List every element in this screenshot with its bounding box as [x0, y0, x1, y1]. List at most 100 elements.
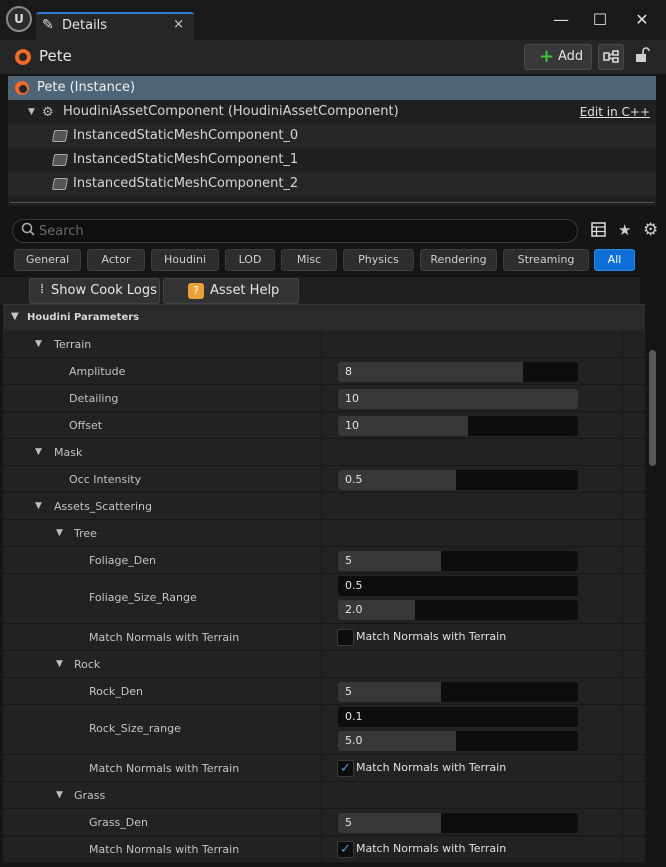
- column-divider: [622, 782, 623, 808]
- column-divider: [622, 705, 623, 754]
- show-cook-logs-button[interactable]: ⁞ Show Cook Logs: [29, 278, 160, 304]
- group-row-tree[interactable]: ▼ Tree: [3, 520, 645, 547]
- foliage-den-slider[interactable]: 5: [338, 551, 578, 571]
- collapse-caret-icon: ▼: [35, 339, 42, 349]
- column-divider: [321, 331, 322, 357]
- category-misc[interactable]: Misc: [281, 249, 337, 271]
- param-row-tree-match-normals: Match Normals with Terrain Match Normals…: [3, 624, 645, 651]
- title-bar: U ✎ Details × — ☐ ✕: [0, 0, 666, 40]
- rock-den-slider[interactable]: 5: [338, 682, 578, 702]
- search-input[interactable]: [39, 222, 559, 240]
- group-label: Terrain: [54, 338, 92, 351]
- close-window-button[interactable]: ✕: [629, 8, 655, 32]
- table-view-icon[interactable]: [591, 222, 606, 241]
- unlock-icon[interactable]: [634, 46, 650, 68]
- column-divider: [622, 412, 623, 438]
- column-divider: [622, 755, 623, 781]
- param-row-occ-intensity: Occ Intensity 0.5: [3, 466, 645, 493]
- details-tab[interactable]: ✎ Details ×: [36, 12, 194, 40]
- tree-match-normals-checkbox[interactable]: [337, 629, 354, 646]
- param-label: Rock_Size_range: [89, 722, 181, 735]
- asset-help-button[interactable]: ? Asset Help: [163, 278, 299, 304]
- column-divider: [622, 439, 623, 465]
- minimize-button[interactable]: —: [548, 8, 574, 32]
- foliage-size-max-slider[interactable]: 2.0: [338, 600, 578, 620]
- add-component-button[interactable]: + Add: [524, 44, 592, 70]
- static-mesh-icon: [51, 154, 69, 166]
- category-houdini[interactable]: Houdini: [151, 249, 219, 271]
- asset-toolbar: ⁞ Show Cook Logs ? Asset Help: [0, 277, 640, 304]
- group-row-mask[interactable]: ▼ Mask: [3, 439, 645, 466]
- column-divider: [321, 705, 322, 754]
- category-rendering[interactable]: Rendering: [420, 249, 497, 271]
- blueprint-button[interactable]: [598, 44, 624, 70]
- category-lod[interactable]: LOD: [225, 249, 275, 271]
- column-divider: [622, 358, 623, 384]
- edit-in-cpp-link[interactable]: Edit in C++: [580, 100, 650, 124]
- search-box[interactable]: [12, 219, 578, 243]
- offset-slider[interactable]: 10: [338, 416, 578, 436]
- tab-close-icon[interactable]: ×: [173, 17, 184, 32]
- tree-item-ism-1[interactable]: InstancedStaticMeshComponent_1: [8, 148, 656, 172]
- detailing-slider[interactable]: 10: [338, 389, 578, 409]
- tree-root-label: Pete (Instance): [37, 80, 136, 95]
- favorites-star-icon[interactable]: ★: [618, 221, 631, 239]
- category-actor[interactable]: Actor: [87, 249, 145, 271]
- slider-value: 0.1: [345, 710, 363, 723]
- group-row-terrain[interactable]: ▼ Terrain: [3, 331, 645, 358]
- column-divider: [321, 439, 322, 465]
- unreal-logo-icon[interactable]: U: [6, 6, 32, 32]
- group-row-assets-scattering[interactable]: ▼ Assets_Scattering: [3, 493, 645, 520]
- tree-item-root[interactable]: Pete (Instance): [8, 76, 656, 100]
- param-label: Match Normals with Terrain: [89, 631, 240, 644]
- slider-fill: [338, 682, 442, 702]
- rock-match-normals-checkbox[interactable]: ✓: [337, 760, 354, 777]
- foliage-size-min-slider[interactable]: 0.5: [338, 576, 578, 596]
- tree-item-ism-0[interactable]: InstancedStaticMeshComponent_0: [8, 124, 656, 148]
- add-button-label: Add: [558, 49, 584, 64]
- collapse-caret-icon: ▼: [28, 107, 35, 117]
- collapse-caret-icon: ▼: [56, 528, 63, 538]
- maximize-button[interactable]: ☐: [587, 8, 613, 32]
- settings-gear-icon[interactable]: ⚙: [643, 220, 658, 240]
- column-divider: [321, 678, 322, 704]
- plus-icon: +: [539, 46, 555, 67]
- houdini-parameters-header[interactable]: ▼ Houdini Parameters: [3, 304, 645, 331]
- occ-intensity-slider[interactable]: 0.5: [338, 470, 578, 490]
- param-row-amplitude: Amplitude 8: [3, 358, 645, 385]
- column-divider: [321, 547, 322, 573]
- tree-item-houdini-component[interactable]: ▼ ⚙ HoudiniAssetComponent (HoudiniAssetC…: [8, 100, 656, 124]
- category-streaming[interactable]: Streaming: [503, 249, 589, 271]
- column-divider: [622, 520, 623, 546]
- slider-fill: [338, 813, 442, 833]
- column-divider: [622, 651, 623, 677]
- tree-item-ism-2[interactable]: InstancedStaticMeshComponent_2: [8, 172, 656, 196]
- help-icon: ?: [188, 283, 204, 299]
- pencil-icon: ✎: [42, 17, 54, 33]
- column-divider: [622, 624, 623, 650]
- slider-value: 10: [345, 392, 359, 405]
- amplitude-slider[interactable]: 8: [338, 362, 578, 382]
- category-physics[interactable]: Physics: [343, 249, 414, 271]
- component-tree: Pete (Instance) ▼ ⚙ HoudiniAssetComponen…: [8, 76, 656, 206]
- grass-den-slider[interactable]: 5: [338, 813, 578, 833]
- rock-size-min-slider[interactable]: 0.1: [338, 707, 578, 727]
- group-label: Mask: [54, 446, 83, 459]
- param-label: Foliage_Den: [89, 554, 156, 567]
- category-all[interactable]: All: [594, 249, 635, 271]
- slider-value: 5: [345, 554, 352, 567]
- group-row-rock[interactable]: ▼ Rock: [3, 651, 645, 678]
- rock-size-max-slider[interactable]: 5.0: [338, 731, 578, 751]
- group-row-grass[interactable]: ▼ Grass: [3, 782, 645, 809]
- collapse-caret-icon: ▼: [35, 447, 42, 457]
- category-general[interactable]: General: [14, 249, 81, 271]
- slider-value: 5: [345, 685, 352, 698]
- column-divider: [622, 331, 623, 357]
- grass-match-normals-checkbox[interactable]: ✓: [337, 841, 354, 858]
- param-label: Match Normals with Terrain: [89, 762, 240, 775]
- param-label: Rock_Den: [89, 685, 144, 698]
- group-label: Grass: [74, 789, 106, 802]
- slider-fill: [338, 362, 523, 382]
- details-scrollbar[interactable]: [649, 350, 656, 466]
- param-label: Foliage_Size_Range: [89, 591, 197, 604]
